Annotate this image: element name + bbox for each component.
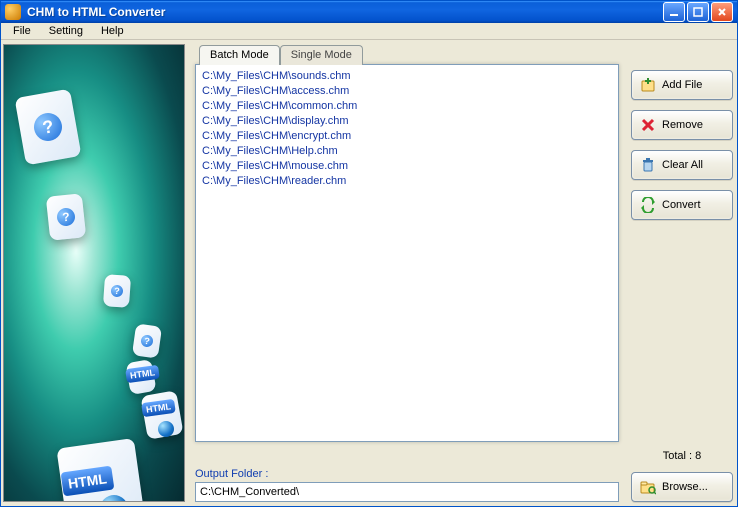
file-list-wrap: C:\My_Files\CHM\sounds.chmC:\My_Files\CH… bbox=[195, 64, 619, 442]
output-folder-input[interactable] bbox=[195, 482, 619, 502]
total-row: Total : 8 bbox=[195, 442, 733, 462]
add-file-label: Add File bbox=[662, 79, 702, 91]
file-list[interactable]: C:\My_Files\CHM\sounds.chmC:\My_Files\CH… bbox=[195, 64, 619, 442]
remove-icon bbox=[640, 117, 656, 133]
question-doc-icon: ? bbox=[103, 274, 131, 308]
total-count: Total : 8 bbox=[631, 450, 733, 462]
clear-all-button[interactable]: Clear All bbox=[631, 150, 733, 180]
clear-all-label: Clear All bbox=[662, 159, 703, 171]
convert-icon bbox=[640, 197, 656, 213]
browse-button[interactable]: Browse... bbox=[631, 472, 733, 502]
client-area: ? ? ? ? HTML HTML HTML Batch Mode Single… bbox=[1, 40, 737, 506]
close-icon bbox=[717, 7, 727, 17]
remove-label: Remove bbox=[662, 119, 703, 131]
clear-all-icon bbox=[640, 157, 656, 173]
menu-file[interactable]: File bbox=[5, 23, 39, 39]
main-panel: Batch Mode Single Mode C:\My_Files\CHM\s… bbox=[185, 44, 733, 502]
app-window: CHM to HTML Converter File Setting Help … bbox=[0, 0, 738, 507]
question-doc-icon: ? bbox=[46, 193, 86, 241]
output-row: Output Folder : Browse... bbox=[195, 468, 733, 502]
convert-label: Convert bbox=[662, 199, 701, 211]
maximize-button[interactable] bbox=[687, 2, 709, 22]
browse-icon bbox=[640, 479, 656, 495]
decorative-sidebar: ? ? ? ? HTML HTML HTML bbox=[3, 44, 185, 502]
panel-row: C:\My_Files\CHM\sounds.chmC:\My_Files\CH… bbox=[195, 64, 733, 442]
menu-setting[interactable]: Setting bbox=[41, 23, 91, 39]
close-button[interactable] bbox=[711, 2, 733, 22]
file-list-item[interactable]: C:\My_Files\CHM\sounds.chm bbox=[202, 69, 612, 84]
tab-batch-mode[interactable]: Batch Mode bbox=[199, 45, 280, 65]
browse-label: Browse... bbox=[662, 481, 708, 493]
add-file-icon bbox=[640, 77, 656, 93]
output-folder-label: Output Folder : bbox=[195, 468, 619, 480]
add-file-button[interactable]: Add File bbox=[631, 70, 733, 100]
maximize-icon bbox=[693, 7, 703, 17]
globe-icon bbox=[158, 421, 174, 437]
file-list-item[interactable]: C:\My_Files\CHM\access.chm bbox=[202, 84, 612, 99]
titlebar: CHM to HTML Converter bbox=[1, 1, 737, 23]
window-controls bbox=[663, 2, 733, 22]
minimize-button[interactable] bbox=[663, 2, 685, 22]
menubar: File Setting Help bbox=[1, 23, 737, 40]
remove-button[interactable]: Remove bbox=[631, 110, 733, 140]
question-doc-icon: ? bbox=[15, 89, 82, 166]
window-title: CHM to HTML Converter bbox=[27, 5, 663, 19]
file-list-item[interactable]: C:\My_Files\CHM\encrypt.chm bbox=[202, 129, 612, 144]
output-column: Output Folder : bbox=[195, 468, 619, 502]
minimize-icon bbox=[669, 7, 679, 17]
app-icon bbox=[5, 4, 21, 20]
file-list-item[interactable]: C:\My_Files\CHM\display.chm bbox=[202, 114, 612, 129]
file-list-item[interactable]: C:\My_Files\CHM\common.chm bbox=[202, 99, 612, 114]
file-list-item[interactable]: C:\My_Files\CHM\reader.chm bbox=[202, 174, 612, 189]
question-doc-icon: ? bbox=[132, 323, 162, 358]
convert-button[interactable]: Convert bbox=[631, 190, 733, 220]
action-buttons: Add File Remove Clear All bbox=[631, 64, 733, 442]
menu-help[interactable]: Help bbox=[93, 23, 132, 39]
mode-tabs: Batch Mode Single Mode bbox=[199, 44, 733, 64]
tab-single-mode[interactable]: Single Mode bbox=[280, 45, 363, 65]
file-list-item[interactable]: C:\My_Files\CHM\Help.chm bbox=[202, 144, 612, 159]
file-list-item[interactable]: C:\My_Files\CHM\mouse.chm bbox=[202, 159, 612, 174]
